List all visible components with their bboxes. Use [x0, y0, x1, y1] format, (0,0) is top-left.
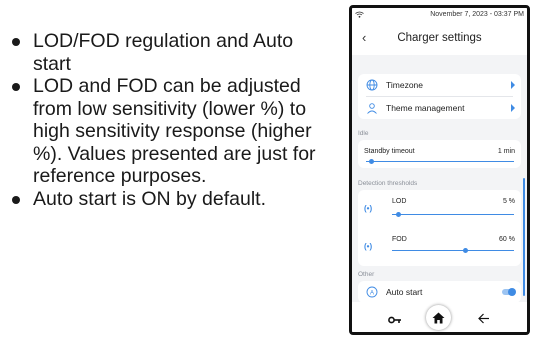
other-card: A Auto start [358, 281, 521, 303]
phone-screen: November 7, 2023 - 03:37 PM ‹ Charger se… [349, 5, 530, 335]
section-label-idle: Idle [358, 130, 369, 137]
signal-icon: (•) [364, 242, 373, 251]
toggle-knob [508, 288, 516, 296]
detection-card: (•) LOD 5 % (•) FOD 60 % [358, 190, 521, 266]
scrollbar[interactable] [523, 178, 525, 296]
arrow-left-icon[interactable] [478, 311, 490, 329]
wifi-icon [355, 11, 364, 18]
caret-right-icon [511, 81, 515, 89]
theme-management-item[interactable]: Theme management [358, 97, 521, 119]
menu-card: Timezone Theme management [358, 74, 521, 119]
timezone-label: Timezone [386, 80, 424, 90]
lod-value: 5 % [502, 198, 515, 205]
standby-label: Standby timeout [364, 148, 415, 155]
chevron-left-icon[interactable]: ‹ [362, 30, 366, 45]
timezone-item[interactable]: Timezone [358, 74, 521, 96]
fod-value: 60 % [499, 236, 515, 243]
bullet-item: LOD and FOD can be adjusted from low sen… [10, 75, 330, 188]
slider-track[interactable] [366, 161, 514, 162]
signal-icon: (•) [364, 204, 373, 213]
page-header: ‹ Charger settings [352, 21, 527, 55]
settings-content[interactable]: Timezone Theme management Idle Standby t… [352, 70, 527, 303]
home-button[interactable] [426, 305, 451, 330]
auto-start-row: A Auto start [358, 281, 521, 303]
globe-icon [366, 79, 378, 91]
slider-knob[interactable] [395, 212, 401, 217]
lod-label: LOD [392, 198, 407, 205]
auto-start-label: Auto start [386, 287, 423, 297]
theme-label: Theme management [386, 103, 465, 113]
svg-text:A: A [370, 290, 374, 296]
slider-knob[interactable] [462, 248, 468, 253]
fod-slider[interactable]: (•) FOD 60 % [358, 228, 521, 266]
auto-start-toggle[interactable] [502, 288, 516, 296]
section-label-other: Other [358, 271, 375, 278]
person-icon [366, 102, 378, 114]
slider-track[interactable] [392, 214, 514, 215]
lod-slider[interactable]: (•) LOD 5 % [358, 190, 521, 228]
idle-card: Standby timeout 1 min [358, 140, 521, 168]
home-icon [432, 311, 445, 329]
key-icon[interactable] [388, 312, 402, 330]
standby-value: 1 min [497, 148, 515, 155]
status-bar: November 7, 2023 - 03:37 PM [352, 8, 527, 21]
fod-label: FOD [392, 236, 407, 243]
bullet-item: LOD/FOD regulation and Auto start [10, 30, 330, 75]
auto-start-icon: A [366, 286, 378, 298]
bottom-nav [352, 302, 527, 332]
slider-track[interactable] [392, 250, 514, 251]
slider-knob[interactable] [369, 159, 375, 164]
standby-timeout-slider[interactable]: Standby timeout 1 min [358, 140, 521, 174]
page-title: Charger settings [397, 32, 482, 44]
caret-right-icon [511, 104, 515, 112]
bullet-item: Auto start is ON by default. [10, 188, 330, 211]
status-time: November 7, 2023 - 03:37 PM [430, 11, 524, 18]
section-label-detection: Detection thresholds [358, 180, 418, 187]
bullet-list: LOD/FOD regulation and Auto start LOD an… [10, 30, 330, 210]
instruction-bullets: LOD/FOD regulation and Auto start LOD an… [10, 30, 330, 210]
